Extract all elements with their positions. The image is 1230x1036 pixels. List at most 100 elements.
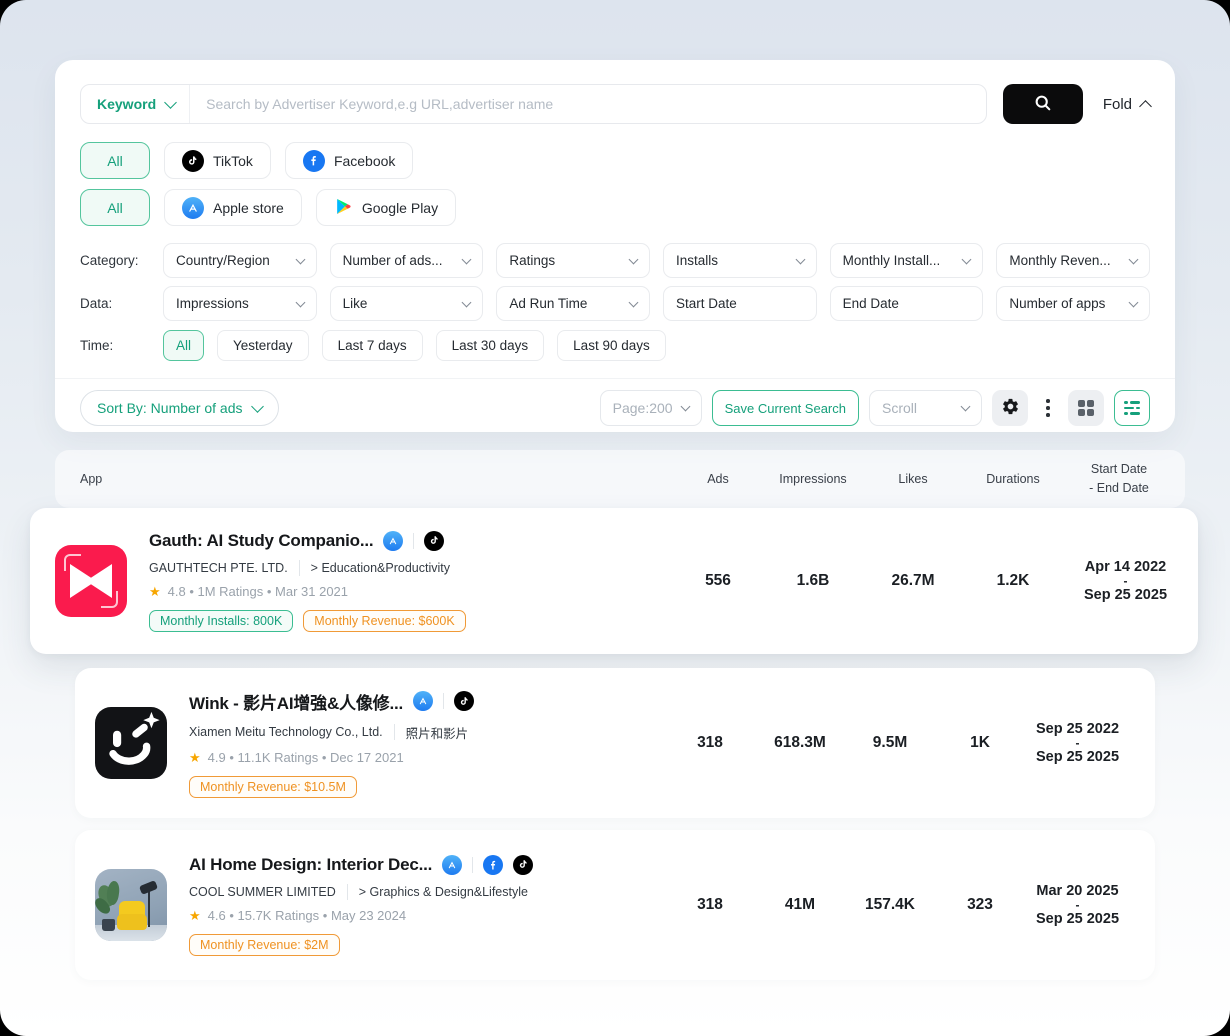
tiktok-icon	[513, 855, 533, 875]
app-category: > Education&Productivity	[311, 561, 450, 575]
store-apple-chip[interactable]: Apple store	[164, 189, 302, 226]
app-icon-ai-home-design	[95, 869, 167, 941]
durations-value: 323	[935, 896, 1025, 914]
store-all-label: All	[107, 200, 123, 216]
google-play-icon	[334, 197, 353, 219]
column-header-impressions: Impressions	[763, 470, 863, 489]
apple-store-icon	[383, 531, 403, 551]
dropdown-like[interactable]: Like	[330, 286, 484, 321]
fold-label: Fold	[1103, 96, 1132, 113]
app-title[interactable]: Gauth: AI Study Companio...	[149, 531, 373, 551]
data-label: Data:	[80, 296, 163, 311]
app-category: 照片和影片	[406, 723, 469, 742]
divider	[55, 378, 1175, 379]
more-options-button[interactable]	[1038, 390, 1058, 426]
scroll-mode-dropdown[interactable]: Scroll	[869, 390, 982, 426]
tiktok-icon	[424, 531, 444, 551]
network-filter-row: All TikTok Facebook	[80, 142, 413, 179]
save-current-search-button[interactable]: Save Current Search	[712, 390, 859, 426]
time-chip-yesterday[interactable]: Yesterday	[217, 330, 309, 361]
impressions-value: 1.6B	[763, 572, 863, 590]
time-chip-last-7-days[interactable]: Last 7 days	[322, 330, 423, 361]
network-facebook-label: Facebook	[334, 153, 395, 169]
page-size-dropdown[interactable]: Page:200	[600, 390, 702, 426]
dropdown-monthly-revenue[interactable]: Monthly Reven...	[996, 243, 1150, 278]
sort-by-dropdown[interactable]: Sort By: Number of ads	[80, 390, 279, 426]
app-title[interactable]: AI Home Design: Interior Dec...	[189, 855, 432, 875]
app-intelligence-page: Keyword Fold All Tik	[0, 0, 1230, 1036]
dropdown-number-of-ads[interactable]: Number of ads...	[330, 243, 484, 278]
list-view-button[interactable]	[1114, 390, 1150, 426]
star-icon: ★	[189, 909, 201, 922]
store-filter-row: All Apple store Google Play	[80, 189, 456, 226]
ads-value: 556	[673, 572, 763, 590]
dropdown-number-of-apps[interactable]: Number of apps	[996, 286, 1150, 321]
divider	[443, 693, 444, 709]
chevron-down-icon	[795, 254, 805, 264]
search-button[interactable]	[1003, 84, 1083, 124]
ads-value: 318	[665, 896, 755, 914]
table-header: App Ads Impressions Likes Durations Star…	[55, 450, 1185, 508]
monthly-installs-badge: Monthly Installs: 800K	[149, 610, 293, 632]
likes-value: 26.7M	[863, 572, 963, 590]
chevron-down-icon	[251, 400, 264, 413]
tiktok-icon	[182, 150, 204, 172]
dropdown-monthly-installs[interactable]: Monthly Install...	[830, 243, 984, 278]
dropdown-country-region[interactable]: Country/Region	[163, 243, 317, 278]
input-end-date[interactable]: End Date	[830, 286, 984, 321]
apple-store-icon	[442, 855, 462, 875]
gear-icon	[1001, 397, 1020, 419]
keyword-type-dropdown[interactable]: Keyword	[81, 96, 189, 112]
time-chip-all[interactable]: All	[163, 330, 204, 361]
column-header-ads: Ads	[673, 470, 763, 489]
dropdown-ad-run-time[interactable]: Ad Run Time	[496, 286, 650, 321]
grid-view-icon	[1078, 400, 1094, 416]
likes-value: 9.5M	[845, 734, 935, 752]
input-start-date[interactable]: Start Date	[663, 286, 817, 321]
star-icon: ★	[149, 585, 161, 598]
network-tiktok-chip[interactable]: TikTok	[164, 142, 271, 179]
facebook-icon	[303, 150, 325, 172]
table-row[interactable]: AI Home Design: Interior Dec... COOL SUM…	[75, 830, 1155, 980]
app-title[interactable]: Wink - 影片AI增強&人像修...	[189, 689, 403, 714]
app-cell: Gauth: AI Study Companio... GAUTHTECH PT…	[55, 508, 673, 654]
app-icon-wink	[95, 707, 167, 779]
table-row[interactable]: Wink - 影片AI增強&人像修... Xiamen Meitu Techno…	[75, 668, 1155, 818]
app-cell: Wink - 影片AI增強&人像修... Xiamen Meitu Techno…	[95, 668, 665, 818]
toolbar: Sort By: Number of ads Page:200 Save Cur…	[80, 390, 1150, 426]
dropdown-impressions[interactable]: Impressions	[163, 286, 317, 321]
time-filter-line: Time: All Yesterday Last 7 days Last 30 …	[80, 330, 1150, 361]
app-rating-line: 4.8 • 1M Ratings • Mar 31 2021	[168, 584, 348, 599]
divider	[299, 560, 300, 576]
store-google-play-chip[interactable]: Google Play	[316, 189, 456, 226]
store-all-chip[interactable]: All	[80, 189, 150, 226]
dropdown-ratings[interactable]: Ratings	[496, 243, 650, 278]
category-label: Category:	[80, 253, 163, 268]
table-row[interactable]: Gauth: AI Study Companio... GAUTHTECH PT…	[30, 508, 1198, 654]
app-cell: AI Home Design: Interior Dec... COOL SUM…	[95, 830, 665, 980]
ads-value: 318	[665, 734, 755, 752]
network-tiktok-label: TikTok	[213, 153, 253, 169]
list-view-icon	[1124, 401, 1140, 403]
date-range: Apr 14 2022 - Sep 25 2025	[1063, 557, 1188, 605]
impressions-value: 41M	[755, 896, 845, 914]
chevron-down-icon	[1129, 297, 1139, 307]
settings-button[interactable]	[992, 390, 1028, 426]
grid-view-button[interactable]	[1068, 390, 1104, 426]
date-range: Sep 25 2022 - Sep 25 2025	[1025, 719, 1130, 767]
fold-toggle[interactable]: Fold	[1103, 96, 1150, 113]
search-input[interactable]	[190, 96, 986, 112]
data-filter-line: Data: Impressions Like Ad Run Time Start…	[80, 286, 1150, 321]
column-header-app: App	[80, 470, 673, 489]
time-chip-last-90-days[interactable]: Last 90 days	[557, 330, 666, 361]
durations-value: 1K	[935, 734, 1025, 752]
time-chip-last-30-days[interactable]: Last 30 days	[436, 330, 545, 361]
dropdown-installs[interactable]: Installs	[663, 243, 817, 278]
filter-panel: Keyword Fold All Tik	[55, 60, 1175, 432]
chevron-down-icon	[680, 402, 690, 412]
network-all-chip[interactable]: All	[80, 142, 150, 179]
network-facebook-chip[interactable]: Facebook	[285, 142, 413, 179]
store-google-play-label: Google Play	[362, 200, 438, 216]
tiktok-icon	[454, 691, 474, 711]
monthly-revenue-badge: Monthly Revenue: $10.5M	[189, 776, 357, 798]
